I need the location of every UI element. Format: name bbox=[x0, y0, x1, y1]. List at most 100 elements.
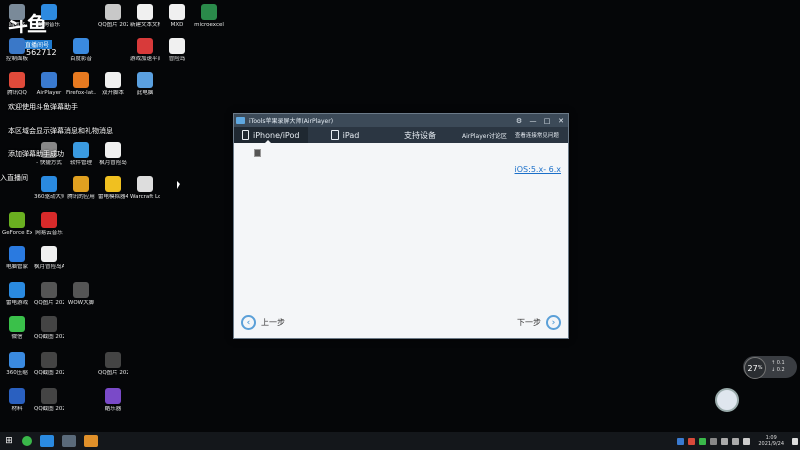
tab-support-devices[interactable]: 支持设备 bbox=[382, 127, 458, 143]
desktop-icon-label: 枫月冒险岛 bbox=[99, 160, 127, 166]
window-titlebar[interactable]: iTools苹果录屏大师(AirPlayer) ⚙ — □ ✕ bbox=[234, 114, 568, 127]
desktop-app-icon bbox=[105, 176, 121, 192]
desktop-icon[interactable]: 枫月冒险岛 bbox=[98, 142, 128, 167]
desktop-icon-label: QQ截图 20210605... bbox=[34, 406, 64, 412]
desktop-icon[interactable]: 雷电游戏 bbox=[2, 282, 32, 307]
desktop-icon[interactable]: QQ图片 20210719... bbox=[98, 4, 128, 29]
desktop-icon[interactable]: microexcel bbox=[194, 4, 224, 29]
window-body: iOS:5.x- 6.x ‹ 上一步 下一步 › bbox=[234, 143, 568, 336]
desktop-icon[interactable]: 新建文本文档 bbox=[130, 4, 160, 29]
taskbar-clock[interactable]: 1:09 2021/9/24 bbox=[752, 435, 790, 447]
desktop-icon[interactable]: 电脑管家 bbox=[2, 246, 32, 271]
ios-version-link[interactable]: iOS:5.x- 6.x bbox=[515, 165, 561, 174]
desktop-icon[interactable]: QQ图片 20210704... bbox=[34, 282, 64, 307]
taskbar-app-4-icon[interactable] bbox=[84, 435, 98, 447]
taskbar-app-2-icon[interactable] bbox=[40, 435, 54, 447]
desktop-icon[interactable]: 360压缩 bbox=[2, 352, 32, 377]
desktop-app-icon bbox=[9, 72, 25, 88]
desktop-icon-label: QQ截图 20210605... bbox=[34, 334, 64, 340]
desktop-icon-label: QQ图片 20210704... bbox=[34, 300, 64, 306]
performance-widget[interactable]: 27% ↑ 0.1 ↓ 0.2 bbox=[743, 356, 797, 379]
overlay-welcome: 欢迎使用斗鱼弹幕助手 bbox=[8, 103, 78, 111]
tab-iphone[interactable]: iPhone/iPod bbox=[234, 127, 308, 144]
maximize-button[interactable]: □ bbox=[540, 117, 554, 125]
desktop-icon-label: 雷电游戏 bbox=[5, 300, 28, 306]
desktop-icon-label: 腾讯的应用 bbox=[67, 194, 95, 200]
close-button[interactable]: ✕ bbox=[554, 117, 568, 125]
desktop-app-icon bbox=[9, 352, 25, 368]
desktop-icon[interactable]: 微信 bbox=[2, 316, 32, 341]
desktop-icon-label: 游戏加速平台 bbox=[130, 56, 160, 62]
desktop-icon[interactable]: 软件管理 bbox=[66, 142, 96, 167]
desktop-icon[interactable]: Warcraft Logs U... bbox=[130, 176, 160, 201]
desktop-app-icon bbox=[169, 38, 185, 54]
desktop-icon[interactable]: 腾讯QQ bbox=[2, 72, 32, 97]
tab-ipad-label: iPad bbox=[342, 130, 360, 140]
settings-icon[interactable]: ⚙ bbox=[512, 117, 526, 125]
system-tray: 1:09 2021/9/24 bbox=[675, 435, 800, 447]
help-link[interactable]: 查看连接常见问题 bbox=[511, 127, 563, 143]
desktop-app-icon bbox=[73, 38, 89, 54]
desktop-icon[interactable]: GeForce Experience bbox=[2, 212, 32, 237]
desktop-icon[interactable]: 酷狗音乐 bbox=[34, 4, 64, 29]
desktop-icon-label: 材料 bbox=[11, 406, 23, 412]
desktop-icon[interactable]: QQ截图 20210605... bbox=[34, 316, 64, 341]
minimize-button[interactable]: — bbox=[526, 117, 540, 125]
taskbar: ⊞ 1:09 2021/9/24 bbox=[0, 432, 800, 450]
desktop-icon[interactable]: 冒险岛 bbox=[162, 38, 192, 63]
desktop-icon[interactable]: 雷电模拟器4 bbox=[98, 176, 128, 201]
desktop-icon[interactable]: QQ图片 20210722... bbox=[98, 352, 128, 377]
desktop-icon[interactable]: 控制面板 bbox=[2, 38, 32, 63]
desktop-icon[interactable]: MXD bbox=[162, 4, 192, 29]
clock-date: 2021/9/24 bbox=[758, 441, 784, 447]
tray-network-icon[interactable] bbox=[721, 437, 729, 445]
desktop-icon[interactable]: 材料 bbox=[2, 388, 32, 413]
mouse-cursor bbox=[177, 181, 180, 189]
desktop-icon[interactable]: QQ截图 20210605... bbox=[34, 352, 64, 377]
desktop-icon[interactable]: 网易云音乐 bbox=[34, 212, 64, 237]
desktop-icon[interactable]: 枫月冒险岛A bbox=[34, 246, 64, 271]
tray-wechat-icon[interactable] bbox=[699, 437, 707, 445]
tray-volume-icon[interactable] bbox=[732, 437, 740, 445]
iphone-icon bbox=[242, 130, 249, 140]
desktop-icon[interactable]: WOW大脚 bbox=[66, 282, 96, 307]
tray-shield-icon[interactable] bbox=[677, 437, 685, 445]
next-step-button[interactable]: 下一步 › bbox=[517, 315, 561, 330]
desktop-icon[interactable]: AirPlayer bbox=[34, 72, 64, 97]
taskbar-app-1-icon[interactable] bbox=[22, 436, 32, 446]
desktop-icon[interactable]: QQ截图 20210605... bbox=[34, 388, 64, 413]
floating-assistant-icon[interactable] bbox=[715, 388, 739, 412]
windows-start-icon[interactable]: ⊞ bbox=[0, 436, 18, 446]
download-speed: 0.2 bbox=[776, 367, 785, 373]
tray-app2-icon[interactable] bbox=[710, 437, 718, 445]
desktop-icon-label: 此电脑 bbox=[136, 90, 154, 96]
desktop-icon-label: microexcel bbox=[194, 22, 224, 28]
desktop-app-icon bbox=[201, 4, 217, 20]
desktop-app-icon bbox=[137, 4, 153, 20]
desktop-icon[interactable]: 百度影音 bbox=[66, 38, 96, 63]
forum-link[interactable]: AirPlayer讨论区 bbox=[458, 127, 511, 143]
desktop-icon[interactable]: 游戏加速平台 bbox=[130, 38, 160, 63]
desktop-icon[interactable]: 酷乐器 bbox=[98, 388, 128, 413]
notification-icon[interactable] bbox=[792, 437, 798, 445]
desktop-icon[interactable]: 回收站 bbox=[2, 4, 32, 29]
taskbar-app-3-icon[interactable] bbox=[62, 435, 76, 447]
desktop-app-icon bbox=[105, 72, 121, 88]
overlay-enter: 入直播间 bbox=[0, 174, 28, 182]
desktop-app-icon bbox=[105, 142, 121, 158]
desktop-icon[interactable]: Firefox-lat... bbox=[66, 72, 96, 97]
desktop-app-icon bbox=[41, 282, 57, 298]
prev-step-button[interactable]: ‹ 上一步 bbox=[241, 315, 285, 330]
desktop-app-icon bbox=[41, 176, 57, 192]
tab-ipad[interactable]: iPad bbox=[308, 127, 382, 143]
desktop-icon[interactable]: 双开脚本 bbox=[98, 72, 128, 97]
tray-app-icon[interactable] bbox=[688, 437, 696, 445]
desktop-icon-label: 网易云音乐 bbox=[35, 230, 63, 236]
airplayer-app-icon bbox=[236, 117, 245, 124]
desktop-icon[interactable]: 360驱动大师 bbox=[34, 176, 64, 201]
desktop-app-icon bbox=[41, 4, 57, 20]
desktop-icon[interactable]: 腾讯的应用 bbox=[66, 176, 96, 201]
desktop-icon[interactable]: 此电脑 bbox=[130, 72, 160, 97]
tray-ime-icon[interactable] bbox=[743, 437, 751, 445]
tab-support-label: 支持设备 bbox=[404, 130, 436, 140]
